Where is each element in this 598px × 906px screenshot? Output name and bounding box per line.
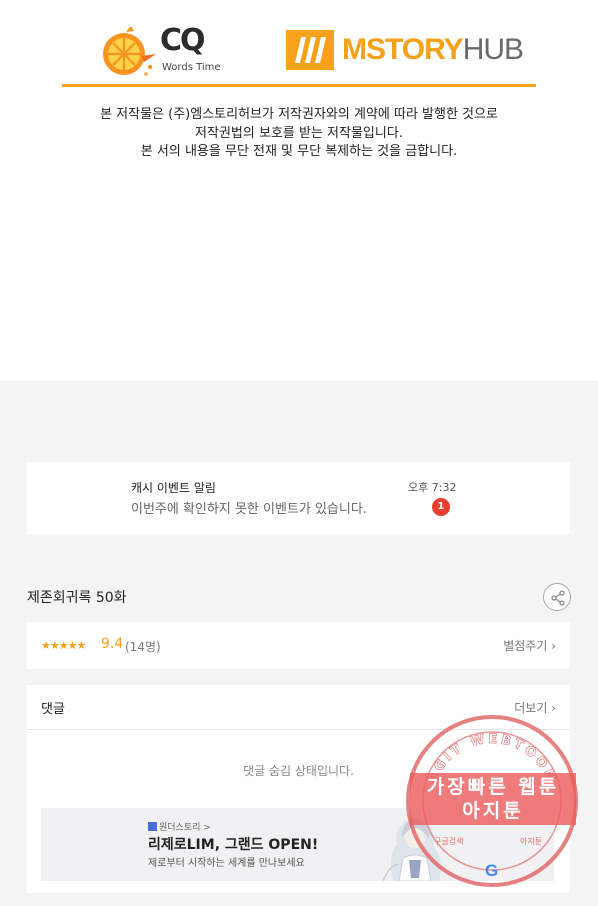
cash-event-notification[interactable]: 캐시 이벤트 알림 이번주에 확인하지 못한 이벤트가 있습니다. 오후 7:3…: [27, 462, 570, 534]
mstory-book-icon: [286, 30, 334, 70]
notice-line: 저작권법의 보호를 받는 저작물입니다.: [195, 125, 403, 141]
agit-webtoon-watermark: AGIT WEBTOON 가장빠른 웹툰 아지툰 구글검색 아지툰 G: [402, 711, 582, 891]
episode-title: 제존회귀록 50화: [27, 590, 127, 606]
rate-button[interactable]: 별점주기 ›: [503, 637, 556, 654]
cq-logo-letters: CQ: [160, 23, 206, 58]
mstoryhub-logo: MSTORYHUB: [286, 28, 536, 72]
watermark-line1: 가장빠른 웹툰: [426, 776, 560, 798]
notification-time: 오후 7:32: [408, 481, 457, 494]
watermark-band: 가장빠른 웹툰 아지툰: [410, 773, 576, 825]
banner-title: 리제로LIM, 그랜드 OPEN!: [148, 837, 319, 853]
comments-title: 댓글: [41, 702, 65, 717]
mstoryhub-wordmark: MSTORYHUB: [342, 33, 524, 67]
copyright-header: CQ Words Time MSTORYHUB 본 저작물은 (주)엠스토리허브…: [0, 0, 598, 381]
notice-line: 본 서의 내용을 무단 전재 및 무단 복제하는 것을 금합니다.: [140, 144, 458, 159]
watermark-small-right: 아지툰: [520, 837, 543, 846]
cq-logo: CQ Words Time: [100, 22, 230, 78]
rating-votes: (14명): [125, 640, 161, 654]
banner-subtitle: 제로부터 시작하는 세계를 만나보세요: [148, 858, 305, 869]
orange-divider: [62, 84, 536, 87]
brand-logo-icon: [148, 822, 157, 831]
rating-score: 9.4: [101, 636, 124, 652]
notification-message: 이번주에 확인하지 못한 이벤트가 있습니다.: [131, 502, 367, 517]
banner-brand: 원더스토리 >: [148, 820, 211, 833]
notification-title: 캐시 이벤트 알림: [131, 481, 216, 495]
copyright-notice: 본 저작물은 (주)엠스토리허브가 저작권자와의 계약에 따라 발행한 것으로 …: [0, 106, 598, 162]
cq-logo-subtitle: Words Time: [162, 62, 221, 73]
google-icon: G: [485, 861, 499, 880]
notification-badge: 1: [432, 498, 450, 516]
orange-slice-icon: [103, 26, 156, 76]
share-button[interactable]: [543, 583, 571, 611]
hub-text: HUB: [462, 33, 524, 66]
notice-line: 본 저작물은 (주)엠스토리허브가 저작권자와의 계약에 따라 발행한 것으로: [100, 107, 498, 122]
share-icon: [551, 590, 565, 606]
watermark-line2: 아지툰: [462, 800, 524, 822]
banner-brand-text: 원더스토리 >: [159, 823, 211, 833]
mstory-text: MSTORY: [342, 33, 464, 66]
rating-bar: ★★★★★ 9.4 (14명) 별점주기 ›: [27, 622, 570, 669]
watermark-small-left: 구글검색: [434, 837, 464, 846]
star-rating-icon: ★★★★★: [41, 639, 86, 652]
